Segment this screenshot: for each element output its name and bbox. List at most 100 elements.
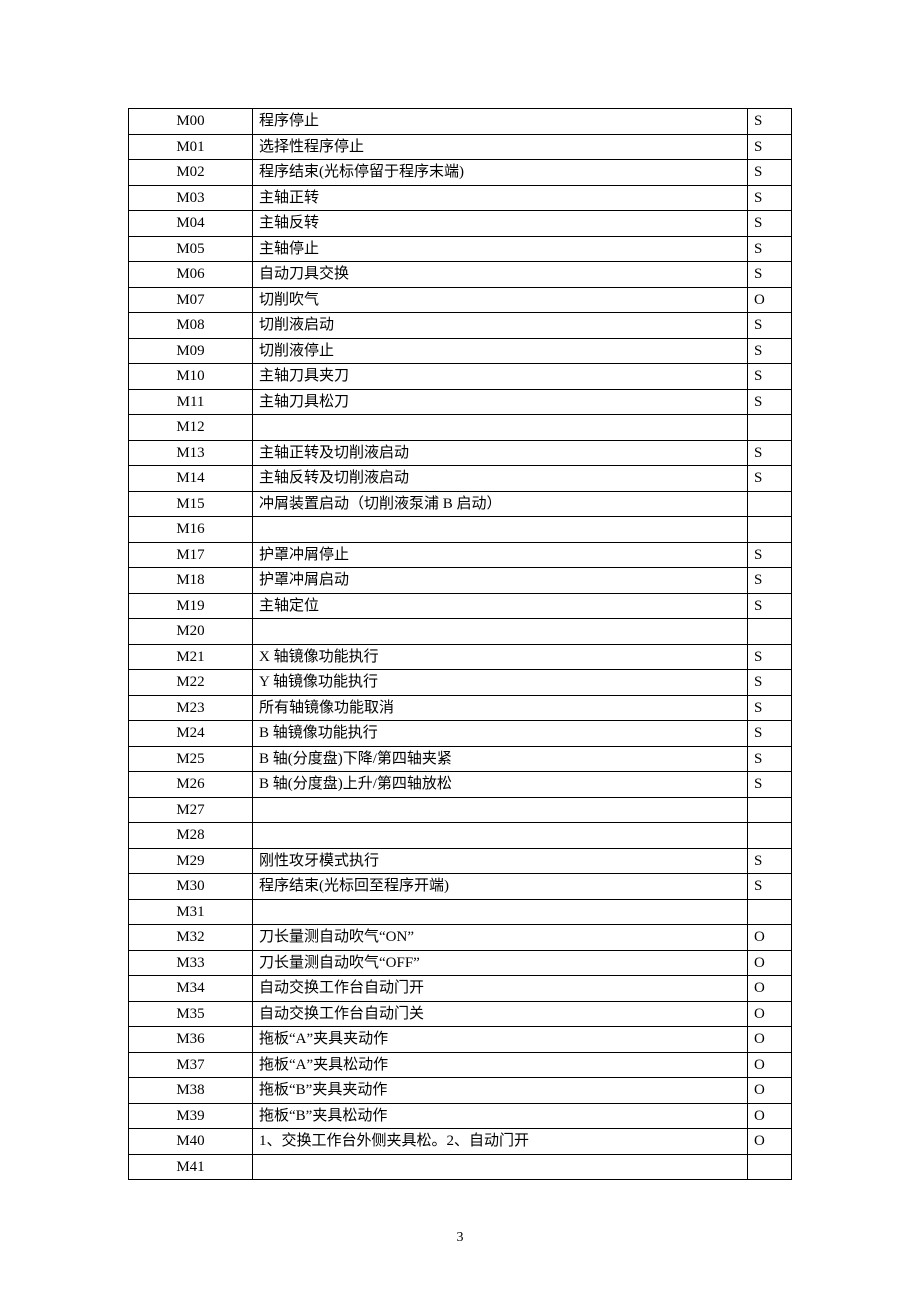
type-cell: S — [748, 313, 792, 339]
description-cell: Y 轴镜像功能执行 — [253, 670, 748, 696]
table-row: M25B 轴(分度盘)下降/第四轴夹紧S — [129, 746, 792, 772]
description-cell: 拖板“B”夹具松动作 — [253, 1103, 748, 1129]
description-cell: 拖板“A”夹具夹动作 — [253, 1027, 748, 1053]
table-row: M20 — [129, 619, 792, 645]
description-cell: 刚性攻牙模式执行 — [253, 848, 748, 874]
table-row: M05主轴停止S — [129, 236, 792, 262]
table-row: M09切削液停止S — [129, 338, 792, 364]
description-cell: 自动交换工作台自动门关 — [253, 1001, 748, 1027]
type-cell — [748, 797, 792, 823]
table-row: M41 — [129, 1154, 792, 1180]
table-row: M13主轴正转及切削液启动S — [129, 440, 792, 466]
code-cell: M36 — [129, 1027, 253, 1053]
code-cell: M26 — [129, 772, 253, 798]
description-cell: B 轴(分度盘)下降/第四轴夹紧 — [253, 746, 748, 772]
code-cell: M27 — [129, 797, 253, 823]
type-cell — [748, 517, 792, 543]
code-cell: M41 — [129, 1154, 253, 1180]
table-row: M21X 轴镜像功能执行S — [129, 644, 792, 670]
description-cell: B 轴(分度盘)上升/第四轴放松 — [253, 772, 748, 798]
type-cell: S — [748, 670, 792, 696]
type-cell: S — [748, 568, 792, 594]
code-cell: M04 — [129, 211, 253, 237]
table-row: M39拖板“B”夹具松动作O — [129, 1103, 792, 1129]
type-cell: S — [748, 262, 792, 288]
code-cell: M35 — [129, 1001, 253, 1027]
code-cell: M03 — [129, 185, 253, 211]
type-cell: S — [748, 389, 792, 415]
mcode-table-body: M00程序停止SM01选择性程序停止SM02程序结束(光标停留于程序末端)SM0… — [129, 109, 792, 1180]
description-cell — [253, 517, 748, 543]
description-cell: 护罩冲屑启动 — [253, 568, 748, 594]
code-cell: M00 — [129, 109, 253, 135]
type-cell — [748, 899, 792, 925]
type-cell: S — [748, 236, 792, 262]
type-cell: S — [748, 848, 792, 874]
table-row: M22Y 轴镜像功能执行S — [129, 670, 792, 696]
table-row: M07切削吹气O — [129, 287, 792, 313]
code-cell: M08 — [129, 313, 253, 339]
code-cell: M22 — [129, 670, 253, 696]
type-cell — [748, 619, 792, 645]
description-cell: 主轴正转及切削液启动 — [253, 440, 748, 466]
table-row: M32刀长量测自动吹气“ON”O — [129, 925, 792, 951]
description-cell — [253, 415, 748, 441]
description-cell: 拖板“B”夹具夹动作 — [253, 1078, 748, 1104]
type-cell: O — [748, 1078, 792, 1104]
type-cell: O — [748, 976, 792, 1002]
description-cell — [253, 823, 748, 849]
code-cell: M14 — [129, 466, 253, 492]
table-row: M36拖板“A”夹具夹动作O — [129, 1027, 792, 1053]
type-cell: S — [748, 542, 792, 568]
code-cell: M39 — [129, 1103, 253, 1129]
table-row: M19主轴定位S — [129, 593, 792, 619]
table-row: M27 — [129, 797, 792, 823]
description-cell: 自动交换工作台自动门开 — [253, 976, 748, 1002]
type-cell — [748, 491, 792, 517]
table-row: M24B 轴镜像功能执行S — [129, 721, 792, 747]
table-row: M02程序结束(光标停留于程序末端)S — [129, 160, 792, 186]
description-cell: 程序结束(光标回至程序开端) — [253, 874, 748, 900]
type-cell: O — [748, 1129, 792, 1155]
type-cell — [748, 823, 792, 849]
code-cell: M23 — [129, 695, 253, 721]
type-cell: O — [748, 925, 792, 951]
table-row: M04主轴反转S — [129, 211, 792, 237]
table-row: M06自动刀具交换S — [129, 262, 792, 288]
type-cell: O — [748, 1052, 792, 1078]
type-cell: S — [748, 772, 792, 798]
type-cell: O — [748, 1001, 792, 1027]
table-row: M14主轴反转及切削液启动S — [129, 466, 792, 492]
type-cell: S — [748, 440, 792, 466]
code-cell: M17 — [129, 542, 253, 568]
table-row: M401、交换工作台外侧夹具松。2、自动门开O — [129, 1129, 792, 1155]
code-cell: M11 — [129, 389, 253, 415]
type-cell: O — [748, 950, 792, 976]
mcode-table: M00程序停止SM01选择性程序停止SM02程序结束(光标停留于程序末端)SM0… — [128, 108, 792, 1180]
description-cell: 切削吹气 — [253, 287, 748, 313]
type-cell: S — [748, 593, 792, 619]
code-cell: M12 — [129, 415, 253, 441]
description-cell: 刀长量测自动吹气“ON” — [253, 925, 748, 951]
type-cell: S — [748, 211, 792, 237]
description-cell — [253, 899, 748, 925]
description-cell: 护罩冲屑停止 — [253, 542, 748, 568]
table-row: M23所有轴镜像功能取消S — [129, 695, 792, 721]
table-row: M08切削液启动S — [129, 313, 792, 339]
type-cell: S — [748, 134, 792, 160]
table-row: M38拖板“B”夹具夹动作O — [129, 1078, 792, 1104]
type-cell: S — [748, 466, 792, 492]
table-row: M15冲屑装置启动（切削液泵浦 B 启动） — [129, 491, 792, 517]
description-cell: 1、交换工作台外侧夹具松。2、自动门开 — [253, 1129, 748, 1155]
code-cell: M20 — [129, 619, 253, 645]
type-cell: S — [748, 721, 792, 747]
code-cell: M18 — [129, 568, 253, 594]
table-row: M11主轴刀具松刀S — [129, 389, 792, 415]
table-row: M29刚性攻牙模式执行S — [129, 848, 792, 874]
type-cell: S — [748, 364, 792, 390]
table-row: M31 — [129, 899, 792, 925]
description-cell: 选择性程序停止 — [253, 134, 748, 160]
table-row: M01选择性程序停止S — [129, 134, 792, 160]
code-cell: M32 — [129, 925, 253, 951]
table-row: M28 — [129, 823, 792, 849]
